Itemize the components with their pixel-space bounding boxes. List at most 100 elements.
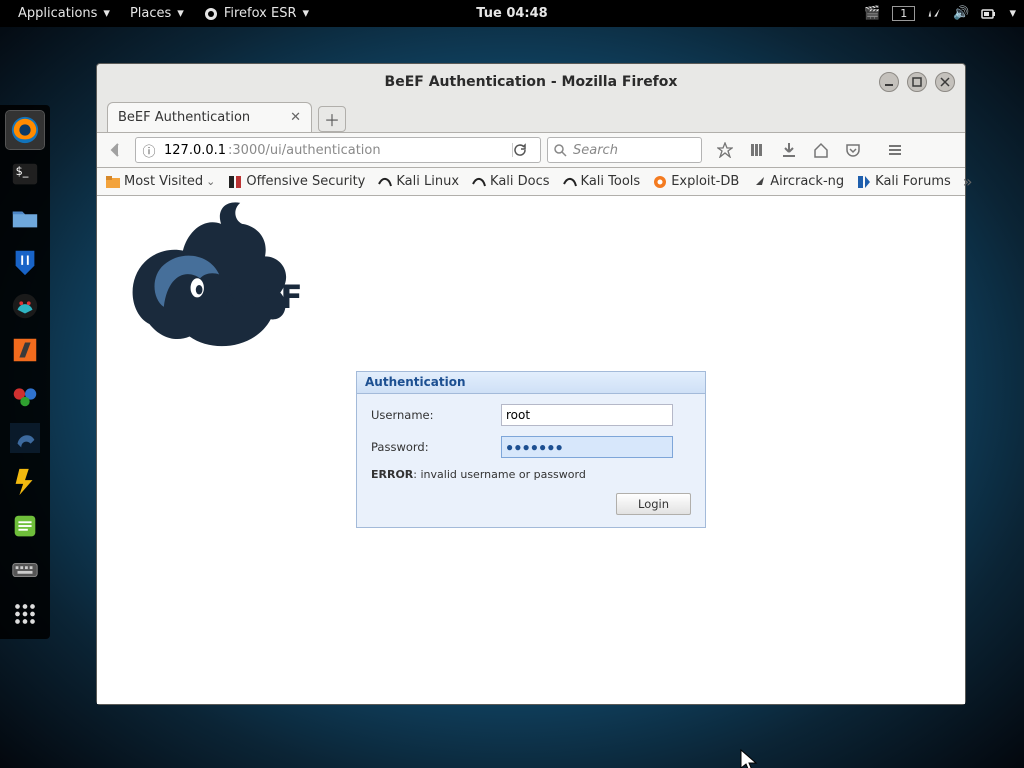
clock[interactable]: Tue 04:48 [476, 6, 547, 21]
library-button[interactable] [744, 137, 770, 163]
bookmark-label: Aircrack-ng [770, 174, 844, 189]
chevron-down-icon: ▾ [302, 6, 309, 21]
bookmark-label: Most Visited [124, 174, 203, 189]
window-titlebar[interactable]: BeEF Authentication - Mozilla Firefox [97, 64, 965, 100]
kali-icon [377, 174, 393, 190]
search-placeholder: Search [573, 143, 618, 158]
dock-firefox[interactable] [6, 111, 44, 149]
browser-toolbar: ⓘ 127.0.0.1:3000/ui/authentication Searc… [97, 132, 965, 168]
window-minimize-button[interactable] [879, 72, 899, 92]
forums-icon [856, 174, 872, 190]
error-label-bold: ERROR [371, 468, 413, 481]
dock-armitage[interactable] [6, 287, 44, 325]
bookmark-kali-forums[interactable]: Kali Forums [856, 174, 951, 190]
bookmark-label: Kali Linux [396, 174, 459, 189]
bookmark-most-visited[interactable]: Most Visited ⌄ [105, 174, 215, 190]
back-button[interactable] [103, 137, 129, 163]
url-path: :3000/ui/authentication [228, 143, 381, 158]
gnome-dock: $_ [0, 105, 50, 639]
chevron-down-icon: ▾ [177, 6, 184, 21]
svg-text:$_: $_ [16, 165, 29, 178]
applications-menu[interactable]: Applications ▾ [8, 6, 120, 21]
bookmarks-bar: Most Visited ⌄ Offensive Security Kali L… [97, 168, 965, 196]
exploitdb-icon [652, 174, 668, 190]
kali-icon [562, 174, 578, 190]
firefox-window: BeEF Authentication - Mozilla Firefox Be… [96, 63, 966, 705]
chevron-down-icon: ⌄ [206, 175, 215, 188]
password-input[interactable] [501, 436, 673, 458]
dock-files[interactable] [6, 199, 44, 237]
dock-recorder[interactable] [6, 375, 44, 413]
new-tab-button[interactable]: ＋ [318, 106, 346, 132]
bookmark-kali-tools[interactable]: Kali Tools [562, 174, 641, 190]
username-input[interactable] [501, 404, 673, 426]
beef-logo-text: BeEF [212, 278, 303, 316]
site-info-icon[interactable]: ⓘ [136, 141, 162, 160]
places-menu[interactable]: Places ▾ [120, 6, 194, 21]
bookmark-label: Offensive Security [246, 174, 365, 189]
volume-icon[interactable]: 🔊 [953, 6, 969, 21]
firefox-icon [204, 7, 218, 21]
error-label-rest: : invalid username or password [413, 468, 586, 481]
hamburger-menu-button[interactable] [882, 137, 908, 163]
active-app-menu[interactable]: Firefox ESR ▾ [194, 6, 319, 21]
gnome-top-bar: Applications ▾ Places ▾ Firefox ESR ▾ Tu… [0, 0, 1024, 27]
bookmark-label: Kali Tools [581, 174, 641, 189]
tab-strip: BeEF Authentication ✕ ＋ [97, 100, 965, 132]
bookmark-label: Kali Forums [875, 174, 951, 189]
chevron-down-icon: ▾ [103, 6, 110, 21]
dock-terminal[interactable]: $_ [6, 155, 44, 193]
dock-faraday[interactable] [6, 463, 44, 501]
bookmark-label: Kali Docs [490, 174, 550, 189]
workspace-indicator[interactable]: 1 [892, 6, 915, 21]
home-button[interactable] [808, 137, 834, 163]
bookmark-exploit-db[interactable]: Exploit-DB [652, 174, 739, 190]
url-host: 127.0.0.1 [162, 143, 228, 158]
error-message: ERROR: invalid username or password [371, 468, 691, 481]
auth-panel: Authentication Username: Password: ERROR… [356, 371, 706, 528]
address-bar[interactable]: ⓘ 127.0.0.1:3000/ui/authentication [135, 137, 541, 163]
dock-keyboard[interactable] [6, 551, 44, 589]
pocket-button[interactable] [840, 137, 866, 163]
downloads-button[interactable] [776, 137, 802, 163]
search-bar[interactable]: Search [547, 137, 702, 163]
dock-notes[interactable] [6, 507, 44, 545]
auth-panel-title: Authentication [357, 372, 705, 394]
bookmark-label: Exploit-DB [671, 174, 739, 189]
bookmark-offensive-security[interactable]: Offensive Security [227, 174, 365, 190]
window-close-button[interactable] [935, 72, 955, 92]
bookmarks-overflow-button[interactable]: » [963, 172, 973, 191]
mouse-cursor-icon [740, 749, 758, 768]
dock-metasploit[interactable] [6, 243, 44, 281]
kali-icon [471, 174, 487, 190]
tab-title: BeEF Authentication [118, 110, 250, 125]
window-title: BeEF Authentication - Mozilla Firefox [385, 74, 678, 90]
chevron-down-icon: ▾ [1009, 6, 1016, 21]
battery-icon[interactable] [981, 8, 997, 20]
offensive-security-icon [227, 174, 243, 190]
reload-button[interactable] [512, 143, 540, 157]
search-icon [554, 144, 567, 157]
page-content: BeEF Authentication Username: Password: … [97, 196, 965, 704]
username-label: Username: [371, 408, 501, 422]
applications-label: Applications [18, 6, 97, 21]
window-maximize-button[interactable] [907, 72, 927, 92]
video-icon[interactable]: 🎬 [864, 6, 880, 21]
folder-icon [105, 174, 121, 190]
active-app-label: Firefox ESR [224, 6, 297, 21]
bookmark-kali-linux[interactable]: Kali Linux [377, 174, 459, 190]
password-label: Password: [371, 440, 501, 454]
places-label: Places [130, 6, 171, 21]
beef-logo: BeEF [97, 196, 965, 353]
aircrack-icon [751, 174, 767, 190]
dock-burpsuite[interactable] [6, 331, 44, 369]
network-icon[interactable] [927, 7, 941, 21]
browser-tab[interactable]: BeEF Authentication ✕ [107, 102, 312, 132]
bookmark-kali-docs[interactable]: Kali Docs [471, 174, 550, 190]
login-button[interactable]: Login [616, 493, 691, 515]
bookmark-aircrack[interactable]: Aircrack-ng [751, 174, 844, 190]
dock-activities[interactable] [6, 595, 44, 633]
dock-beef[interactable] [6, 419, 44, 457]
bookmark-star-button[interactable] [712, 137, 738, 163]
tab-close-button[interactable]: ✕ [290, 110, 301, 125]
